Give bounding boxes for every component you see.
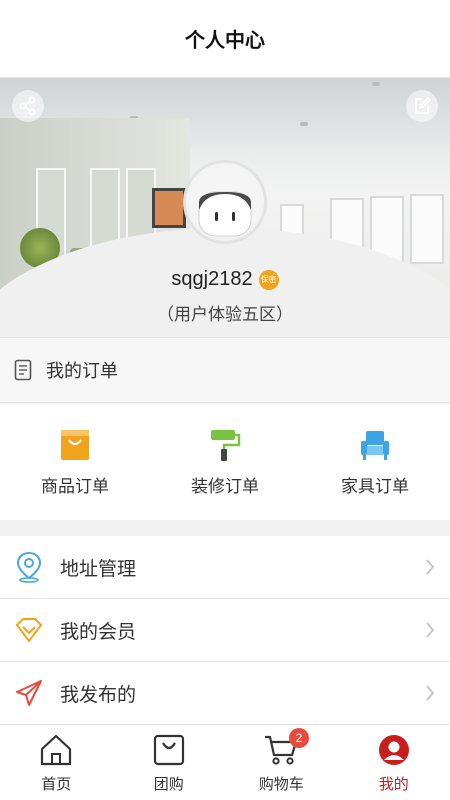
- document-icon: [14, 359, 32, 381]
- edit-button[interactable]: [406, 90, 438, 122]
- profile-header: sqgj2182 保密 （用户体验五区）: [0, 78, 450, 336]
- my-orders-row[interactable]: 我的订单: [0, 337, 450, 403]
- background-window: [410, 194, 444, 264]
- chevron-right-icon: [426, 685, 435, 701]
- address-management-item[interactable]: 地址管理: [0, 536, 450, 599]
- bottom-tab-bar: 首页 团购 2 购物车 我的: [0, 724, 450, 800]
- username-row: sqgj2182 保密: [0, 268, 450, 291]
- ceiling-light: [300, 122, 308, 126]
- page-title: 个人中心: [185, 30, 265, 52]
- goods-order-label: 商品订单: [41, 476, 109, 496]
- furniture-order-label: 家具订单: [341, 476, 409, 496]
- username: sqgj2182: [171, 268, 253, 290]
- diamond-icon: [15, 618, 43, 643]
- avatar[interactable]: [183, 160, 267, 244]
- share-button[interactable]: [12, 90, 44, 122]
- furniture-order-button[interactable]: 家具订单: [300, 404, 450, 520]
- goods-order-button[interactable]: 商品订单: [0, 404, 150, 520]
- avatar-face-icon: [189, 166, 261, 238]
- renovation-order-button[interactable]: 装修订单: [150, 404, 300, 520]
- tab-mine-label: 我的: [378, 776, 409, 793]
- membership-label: 我的会员: [60, 621, 137, 643]
- order-types: 商品订单 装修订单 家具订单: [0, 404, 450, 520]
- paint-roller-icon: [211, 429, 241, 461]
- ceiling-light: [372, 82, 380, 86]
- chevron-right-icon: [426, 559, 435, 575]
- address-management-label: 地址管理: [60, 558, 137, 580]
- privacy-badge: 保密: [258, 269, 279, 290]
- tab-cart-label: 购物车: [258, 776, 304, 793]
- tab-home[interactable]: 首页: [0, 725, 113, 800]
- shopping-bag-icon: [61, 429, 89, 460]
- title-bar: 个人中心: [0, 0, 450, 78]
- background-picture: [152, 188, 186, 228]
- menu-list: 地址管理 我的会员 我发布的: [0, 536, 450, 725]
- tab-group-buy-label: 团购: [153, 776, 184, 793]
- user-icon: [378, 735, 409, 765]
- renovation-order-label: 装修订单: [191, 476, 259, 496]
- edit-icon: [415, 96, 432, 114]
- my-orders-label: 我的订单: [46, 361, 118, 381]
- bag-icon: [153, 734, 184, 766]
- tab-group-buy[interactable]: 团购: [113, 725, 226, 800]
- my-posts-label: 我发布的: [60, 684, 137, 706]
- tab-home-label: 首页: [41, 776, 72, 793]
- sofa-icon: [361, 430, 389, 460]
- share-icon: [19, 96, 36, 116]
- my-posts-item[interactable]: 我发布的: [0, 662, 450, 725]
- membership-item[interactable]: 我的会员: [0, 599, 450, 662]
- chevron-right-icon: [426, 622, 435, 638]
- tab-cart[interactable]: 2 购物车: [225, 725, 338, 800]
- tab-mine[interactable]: 我的: [338, 725, 450, 800]
- location-pin-icon: [16, 551, 42, 583]
- cart-count-badge: 2: [289, 728, 309, 748]
- user-region: （用户体验五区）: [157, 305, 293, 324]
- home-icon: [41, 734, 72, 766]
- paper-plane-icon: [16, 680, 42, 706]
